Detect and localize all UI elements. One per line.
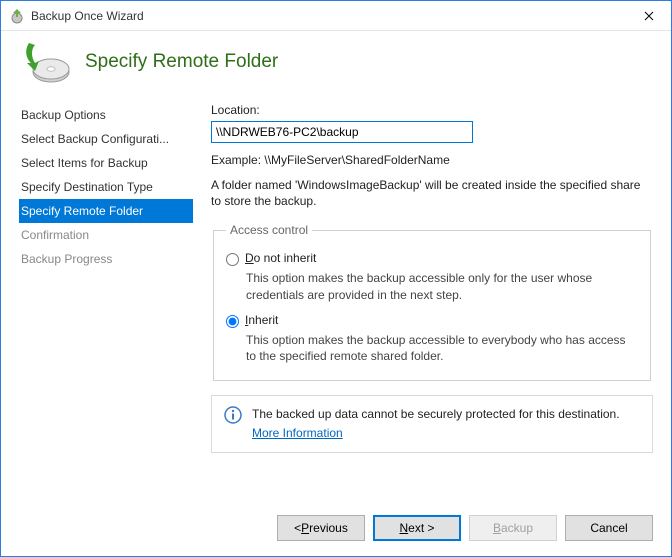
sidebar-item-remote-folder[interactable]: Specify Remote Folder [19,199,193,223]
wizard-steps: Backup Options Select Backup Configurati… [19,99,193,500]
radio-inherit[interactable]: Inherit [226,313,638,328]
backup-button: Backup [469,515,557,541]
radio-do-not-inherit-input[interactable] [226,253,239,266]
wizard-window: Backup Once Wizard Specify Remote Folder… [0,0,672,557]
sidebar-item-backup-progress[interactable]: Backup Progress [19,247,193,271]
main-pane: Location: Example: \\MyFileServer\Shared… [193,99,653,500]
radio-do-not-inherit[interactable]: Do not inherit [226,251,638,266]
window-title: Backup Once Wizard [31,9,626,23]
folder-description: A folder named 'WindowsImageBackup' will… [211,177,653,209]
cancel-button[interactable]: Cancel [565,515,653,541]
radio-inherit-label: Inherit [245,313,278,327]
location-label: Location: [211,103,653,117]
info-text-block: The backed up data cannot be securely pr… [252,406,620,442]
radio-do-not-inherit-label: Do not inherit [245,251,316,265]
info-icon [224,406,242,424]
location-input[interactable] [211,121,473,143]
inherit-description: This option makes the backup accessible … [246,332,638,364]
close-button[interactable] [626,1,671,30]
access-control-group: Access control Do not inherit This optio… [213,223,651,381]
titlebar: Backup Once Wizard [1,1,671,31]
sidebar-item-confirmation[interactable]: Confirmation [19,223,193,247]
next-button[interactable]: Next > [373,515,461,541]
app-icon [9,8,25,24]
wizard-header: Specify Remote Folder [1,31,671,99]
location-example: Example: \\MyFileServer\SharedFolderName [211,153,653,167]
sidebar-item-select-backup-config[interactable]: Select Backup Configurati... [19,127,193,151]
previous-button[interactable]: < Previous [277,515,365,541]
sidebar-item-select-items[interactable]: Select Items for Backup [19,151,193,175]
info-box: The backed up data cannot be securely pr… [211,395,653,453]
sidebar-item-backup-options[interactable]: Backup Options [19,103,193,127]
page-title: Specify Remote Folder [85,51,278,73]
access-control-legend: Access control [226,223,312,237]
button-row: < Previous Next > Backup Cancel [1,500,671,556]
info-message: The backed up data cannot be securely pr… [252,406,620,423]
radio-inherit-input[interactable] [226,315,239,328]
more-information-link[interactable]: More Information [252,425,343,442]
wizard-body: Backup Options Select Backup Configurati… [1,99,671,500]
sidebar-item-destination-type[interactable]: Specify Destination Type [19,175,193,199]
do-not-inherit-description: This option makes the backup accessible … [246,270,638,302]
backup-icon [21,39,71,85]
